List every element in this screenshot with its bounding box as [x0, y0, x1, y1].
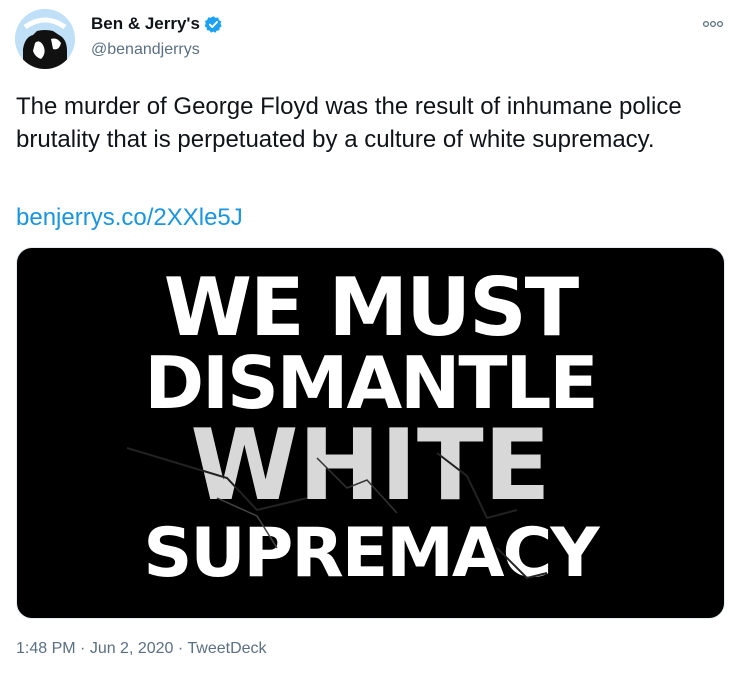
- avatar[interactable]: [15, 9, 75, 69]
- author-row: Ben & Jerry's: [91, 14, 223, 34]
- more-options-icon[interactable]: [700, 14, 726, 34]
- tweet-source[interactable]: TweetDeck: [187, 640, 266, 657]
- verified-badge-icon: [204, 15, 222, 33]
- tweet-image[interactable]: WE MUST DISMANTLE WHITE SUPREMACY: [16, 247, 725, 619]
- tweet-date[interactable]: Jun 2, 2020: [90, 640, 174, 657]
- meta-separator: ·: [173, 640, 188, 657]
- display-name[interactable]: Ben & Jerry's: [91, 14, 200, 34]
- meta-separator: ·: [75, 640, 90, 657]
- tweet-time[interactable]: 1:48 PM: [16, 640, 76, 657]
- tweet: Ben & Jerry's @benandjerrys The murder o…: [0, 0, 739, 675]
- crack-texture: [126, 447, 548, 580]
- tweet-metadata: 1:48 PM · Jun 2, 2020 · TweetDeck: [16, 640, 267, 658]
- handle[interactable]: @benandjerrys: [91, 41, 200, 59]
- tweet-text: The murder of George Floyd was the resul…: [16, 93, 682, 153]
- tweet-link[interactable]: benjerrys.co/2XXle5J: [16, 201, 243, 234]
